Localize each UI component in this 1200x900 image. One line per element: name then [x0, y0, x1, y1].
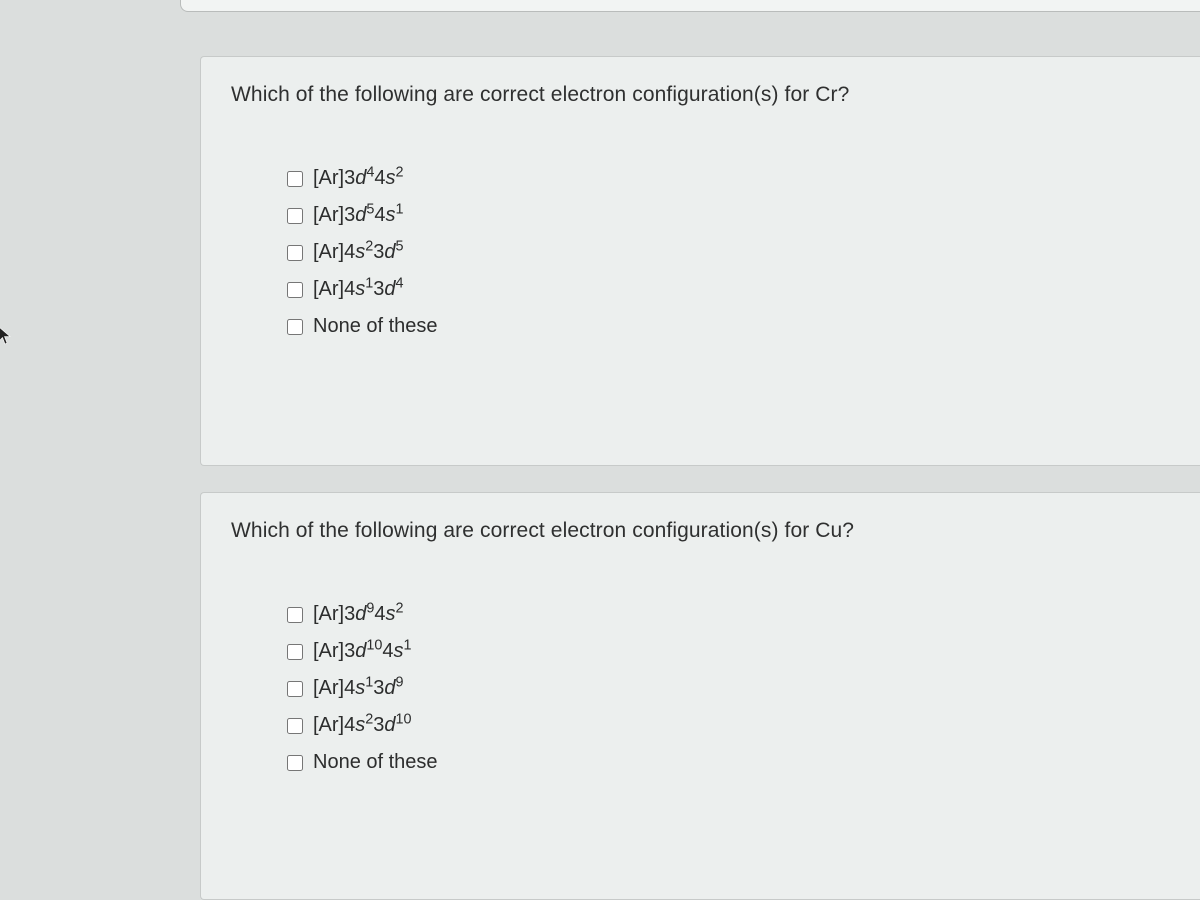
- option-row[interactable]: [Ar]4s23d5: [287, 239, 1170, 266]
- option-label: [Ar]4s13d4: [313, 276, 404, 303]
- question-card: Which of the following are correct elect…: [200, 492, 1200, 900]
- option-checkbox[interactable]: [287, 282, 303, 298]
- option-checkbox[interactable]: [287, 319, 303, 335]
- option-row[interactable]: [Ar]3d54s1: [287, 202, 1170, 229]
- question-card: Which of the following are correct elect…: [200, 56, 1200, 466]
- option-label: None of these: [313, 749, 438, 776]
- option-label: [Ar]4s13d9: [313, 675, 404, 702]
- option-label: [Ar]4s23d5: [313, 239, 404, 266]
- option-label: None of these: [313, 313, 438, 340]
- window-chrome-fragment: [180, 0, 1200, 12]
- option-checkbox[interactable]: [287, 245, 303, 261]
- option-row[interactable]: [Ar]3d94s2: [287, 601, 1170, 628]
- question-prompt: Which of the following are correct elect…: [231, 83, 1170, 107]
- option-label: [Ar]4s23d10: [313, 712, 412, 739]
- options-list: [Ar]3d44s2 [Ar]3d54s1 [Ar]4s23d5 [Ar]4s1…: [287, 165, 1170, 340]
- option-checkbox[interactable]: [287, 681, 303, 697]
- option-label: [Ar]3d94s2: [313, 601, 404, 628]
- cursor-icon: [0, 326, 12, 346]
- option-row[interactable]: [Ar]4s23d10: [287, 712, 1170, 739]
- option-checkbox[interactable]: [287, 607, 303, 623]
- option-label: [Ar]3d44s2: [313, 165, 404, 192]
- option-row[interactable]: [Ar]3d104s1: [287, 638, 1170, 665]
- option-checkbox[interactable]: [287, 208, 303, 224]
- option-checkbox[interactable]: [287, 644, 303, 660]
- question-prompt: Which of the following are correct elect…: [231, 519, 1170, 543]
- option-label: [Ar]3d54s1: [313, 202, 404, 229]
- option-row[interactable]: [Ar]4s13d9: [287, 675, 1170, 702]
- options-list: [Ar]3d94s2 [Ar]3d104s1 [Ar]4s13d9 [Ar]4s…: [287, 601, 1170, 776]
- option-label: [Ar]3d104s1: [313, 638, 412, 665]
- option-row[interactable]: None of these: [287, 749, 1170, 776]
- option-row[interactable]: None of these: [287, 313, 1170, 340]
- option-row[interactable]: [Ar]3d44s2: [287, 165, 1170, 192]
- option-checkbox[interactable]: [287, 755, 303, 771]
- option-checkbox[interactable]: [287, 171, 303, 187]
- option-checkbox[interactable]: [287, 718, 303, 734]
- option-row[interactable]: [Ar]4s13d4: [287, 276, 1170, 303]
